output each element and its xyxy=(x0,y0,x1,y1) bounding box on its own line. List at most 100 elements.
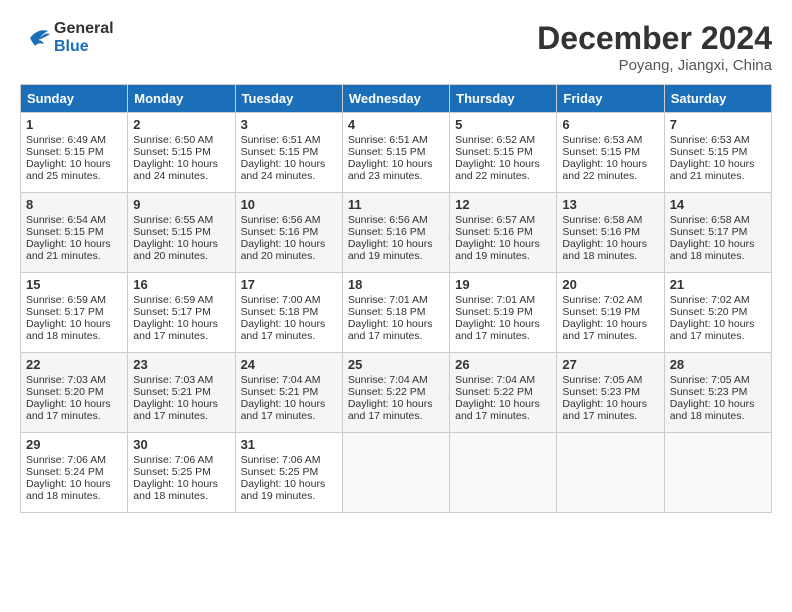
sunset: Sunset: 5:24 PM xyxy=(26,466,104,478)
day-number: 5 xyxy=(455,117,551,132)
sunrise: Sunrise: 6:53 AM xyxy=(670,134,750,146)
daylight: Daylight: 10 hours and 18 minutes. xyxy=(26,478,111,502)
daylight: Daylight: 10 hours and 17 minutes. xyxy=(562,318,647,342)
daylight: Daylight: 10 hours and 17 minutes. xyxy=(455,398,540,422)
sunrise: Sunrise: 7:06 AM xyxy=(26,454,106,466)
table-row: 11 Sunrise: 6:56 AM Sunset: 5:16 PM Dayl… xyxy=(342,193,449,273)
table-row xyxy=(342,433,449,513)
daylight: Daylight: 10 hours and 17 minutes. xyxy=(455,318,540,342)
daylight: Daylight: 10 hours and 21 minutes. xyxy=(26,238,111,262)
col-tuesday: Tuesday xyxy=(235,85,342,113)
day-number: 18 xyxy=(348,277,444,292)
sunrise: Sunrise: 6:55 AM xyxy=(133,214,213,226)
col-friday: Friday xyxy=(557,85,664,113)
sunset: Sunset: 5:15 PM xyxy=(455,146,533,158)
sunrise: Sunrise: 7:06 AM xyxy=(241,454,321,466)
day-number: 17 xyxy=(241,277,337,292)
col-monday: Monday xyxy=(128,85,235,113)
sunrise: Sunrise: 6:54 AM xyxy=(26,214,106,226)
sunrise: Sunrise: 7:06 AM xyxy=(133,454,213,466)
daylight: Daylight: 10 hours and 18 minutes. xyxy=(133,478,218,502)
day-number: 19 xyxy=(455,277,551,292)
sunset: Sunset: 5:15 PM xyxy=(670,146,748,158)
day-number: 7 xyxy=(670,117,766,132)
day-number: 8 xyxy=(26,197,122,212)
sunrise: Sunrise: 6:59 AM xyxy=(133,294,213,306)
month-title: December 2024 xyxy=(537,20,772,57)
sunrise: Sunrise: 7:00 AM xyxy=(241,294,321,306)
table-row: 31 Sunrise: 7:06 AM Sunset: 5:25 PM Dayl… xyxy=(235,433,342,513)
table-row: 14 Sunrise: 6:58 AM Sunset: 5:17 PM Dayl… xyxy=(664,193,771,273)
day-number: 4 xyxy=(348,117,444,132)
logo-text: General Blue xyxy=(54,20,114,56)
sunset: Sunset: 5:22 PM xyxy=(455,386,533,398)
table-row: 19 Sunrise: 7:01 AM Sunset: 5:19 PM Dayl… xyxy=(450,273,557,353)
table-row: 16 Sunrise: 6:59 AM Sunset: 5:17 PM Dayl… xyxy=(128,273,235,353)
sunrise: Sunrise: 7:05 AM xyxy=(670,374,750,386)
daylight: Daylight: 10 hours and 24 minutes. xyxy=(241,158,326,182)
sunrise: Sunrise: 7:02 AM xyxy=(562,294,642,306)
table-row: 9 Sunrise: 6:55 AM Sunset: 5:15 PM Dayli… xyxy=(128,193,235,273)
day-number: 10 xyxy=(241,197,337,212)
daylight: Daylight: 10 hours and 17 minutes. xyxy=(26,398,111,422)
sunset: Sunset: 5:19 PM xyxy=(562,306,640,318)
sunset: Sunset: 5:15 PM xyxy=(348,146,426,158)
sunrise: Sunrise: 6:52 AM xyxy=(455,134,535,146)
sunset: Sunset: 5:18 PM xyxy=(241,306,319,318)
daylight: Daylight: 10 hours and 17 minutes. xyxy=(348,398,433,422)
sunset: Sunset: 5:15 PM xyxy=(241,146,319,158)
sunrise: Sunrise: 7:05 AM xyxy=(562,374,642,386)
daylight: Daylight: 10 hours and 21 minutes. xyxy=(670,158,755,182)
calendar-week-row: 1 Sunrise: 6:49 AM Sunset: 5:15 PM Dayli… xyxy=(21,113,772,193)
day-number: 1 xyxy=(26,117,122,132)
table-row: 2 Sunrise: 6:50 AM Sunset: 5:15 PM Dayli… xyxy=(128,113,235,193)
sunrise: Sunrise: 7:02 AM xyxy=(670,294,750,306)
day-number: 6 xyxy=(562,117,658,132)
day-number: 23 xyxy=(133,357,229,372)
sunrise: Sunrise: 6:56 AM xyxy=(241,214,321,226)
sunrise: Sunrise: 7:03 AM xyxy=(133,374,213,386)
sunset: Sunset: 5:25 PM xyxy=(241,466,319,478)
daylight: Daylight: 10 hours and 25 minutes. xyxy=(26,158,111,182)
table-row: 7 Sunrise: 6:53 AM Sunset: 5:15 PM Dayli… xyxy=(664,113,771,193)
sunset: Sunset: 5:23 PM xyxy=(562,386,640,398)
table-row: 1 Sunrise: 6:49 AM Sunset: 5:15 PM Dayli… xyxy=(21,113,128,193)
col-saturday: Saturday xyxy=(664,85,771,113)
day-number: 9 xyxy=(133,197,229,212)
sunset: Sunset: 5:16 PM xyxy=(455,226,533,238)
table-row xyxy=(557,433,664,513)
sunset: Sunset: 5:23 PM xyxy=(670,386,748,398)
sunrise: Sunrise: 6:59 AM xyxy=(26,294,106,306)
day-number: 21 xyxy=(670,277,766,292)
table-row: 30 Sunrise: 7:06 AM Sunset: 5:25 PM Dayl… xyxy=(128,433,235,513)
daylight: Daylight: 10 hours and 19 minutes. xyxy=(348,238,433,262)
daylight: Daylight: 10 hours and 19 minutes. xyxy=(241,478,326,502)
daylight: Daylight: 10 hours and 17 minutes. xyxy=(133,398,218,422)
sunrise: Sunrise: 6:53 AM xyxy=(562,134,642,146)
sunset: Sunset: 5:15 PM xyxy=(562,146,640,158)
daylight: Daylight: 10 hours and 17 minutes. xyxy=(348,318,433,342)
calendar-table: Sunday Monday Tuesday Wednesday Thursday… xyxy=(20,84,772,513)
day-number: 12 xyxy=(455,197,551,212)
sunrise: Sunrise: 6:50 AM xyxy=(133,134,213,146)
sunrise: Sunrise: 7:04 AM xyxy=(241,374,321,386)
sunset: Sunset: 5:15 PM xyxy=(26,146,104,158)
daylight: Daylight: 10 hours and 22 minutes. xyxy=(455,158,540,182)
table-row: 10 Sunrise: 6:56 AM Sunset: 5:16 PM Dayl… xyxy=(235,193,342,273)
daylight: Daylight: 10 hours and 20 minutes. xyxy=(133,238,218,262)
sunrise: Sunrise: 6:49 AM xyxy=(26,134,106,146)
day-number: 13 xyxy=(562,197,658,212)
day-number: 15 xyxy=(26,277,122,292)
col-sunday: Sunday xyxy=(21,85,128,113)
sunrise: Sunrise: 6:57 AM xyxy=(455,214,535,226)
daylight: Daylight: 10 hours and 23 minutes. xyxy=(348,158,433,182)
sunrise: Sunrise: 6:56 AM xyxy=(348,214,428,226)
sunset: Sunset: 5:22 PM xyxy=(348,386,426,398)
sunrise: Sunrise: 7:04 AM xyxy=(455,374,535,386)
day-number: 27 xyxy=(562,357,658,372)
daylight: Daylight: 10 hours and 20 minutes. xyxy=(241,238,326,262)
sunset: Sunset: 5:21 PM xyxy=(241,386,319,398)
daylight: Daylight: 10 hours and 18 minutes. xyxy=(26,318,111,342)
calendar-week-row: 8 Sunrise: 6:54 AM Sunset: 5:15 PM Dayli… xyxy=(21,193,772,273)
daylight: Daylight: 10 hours and 24 minutes. xyxy=(133,158,218,182)
